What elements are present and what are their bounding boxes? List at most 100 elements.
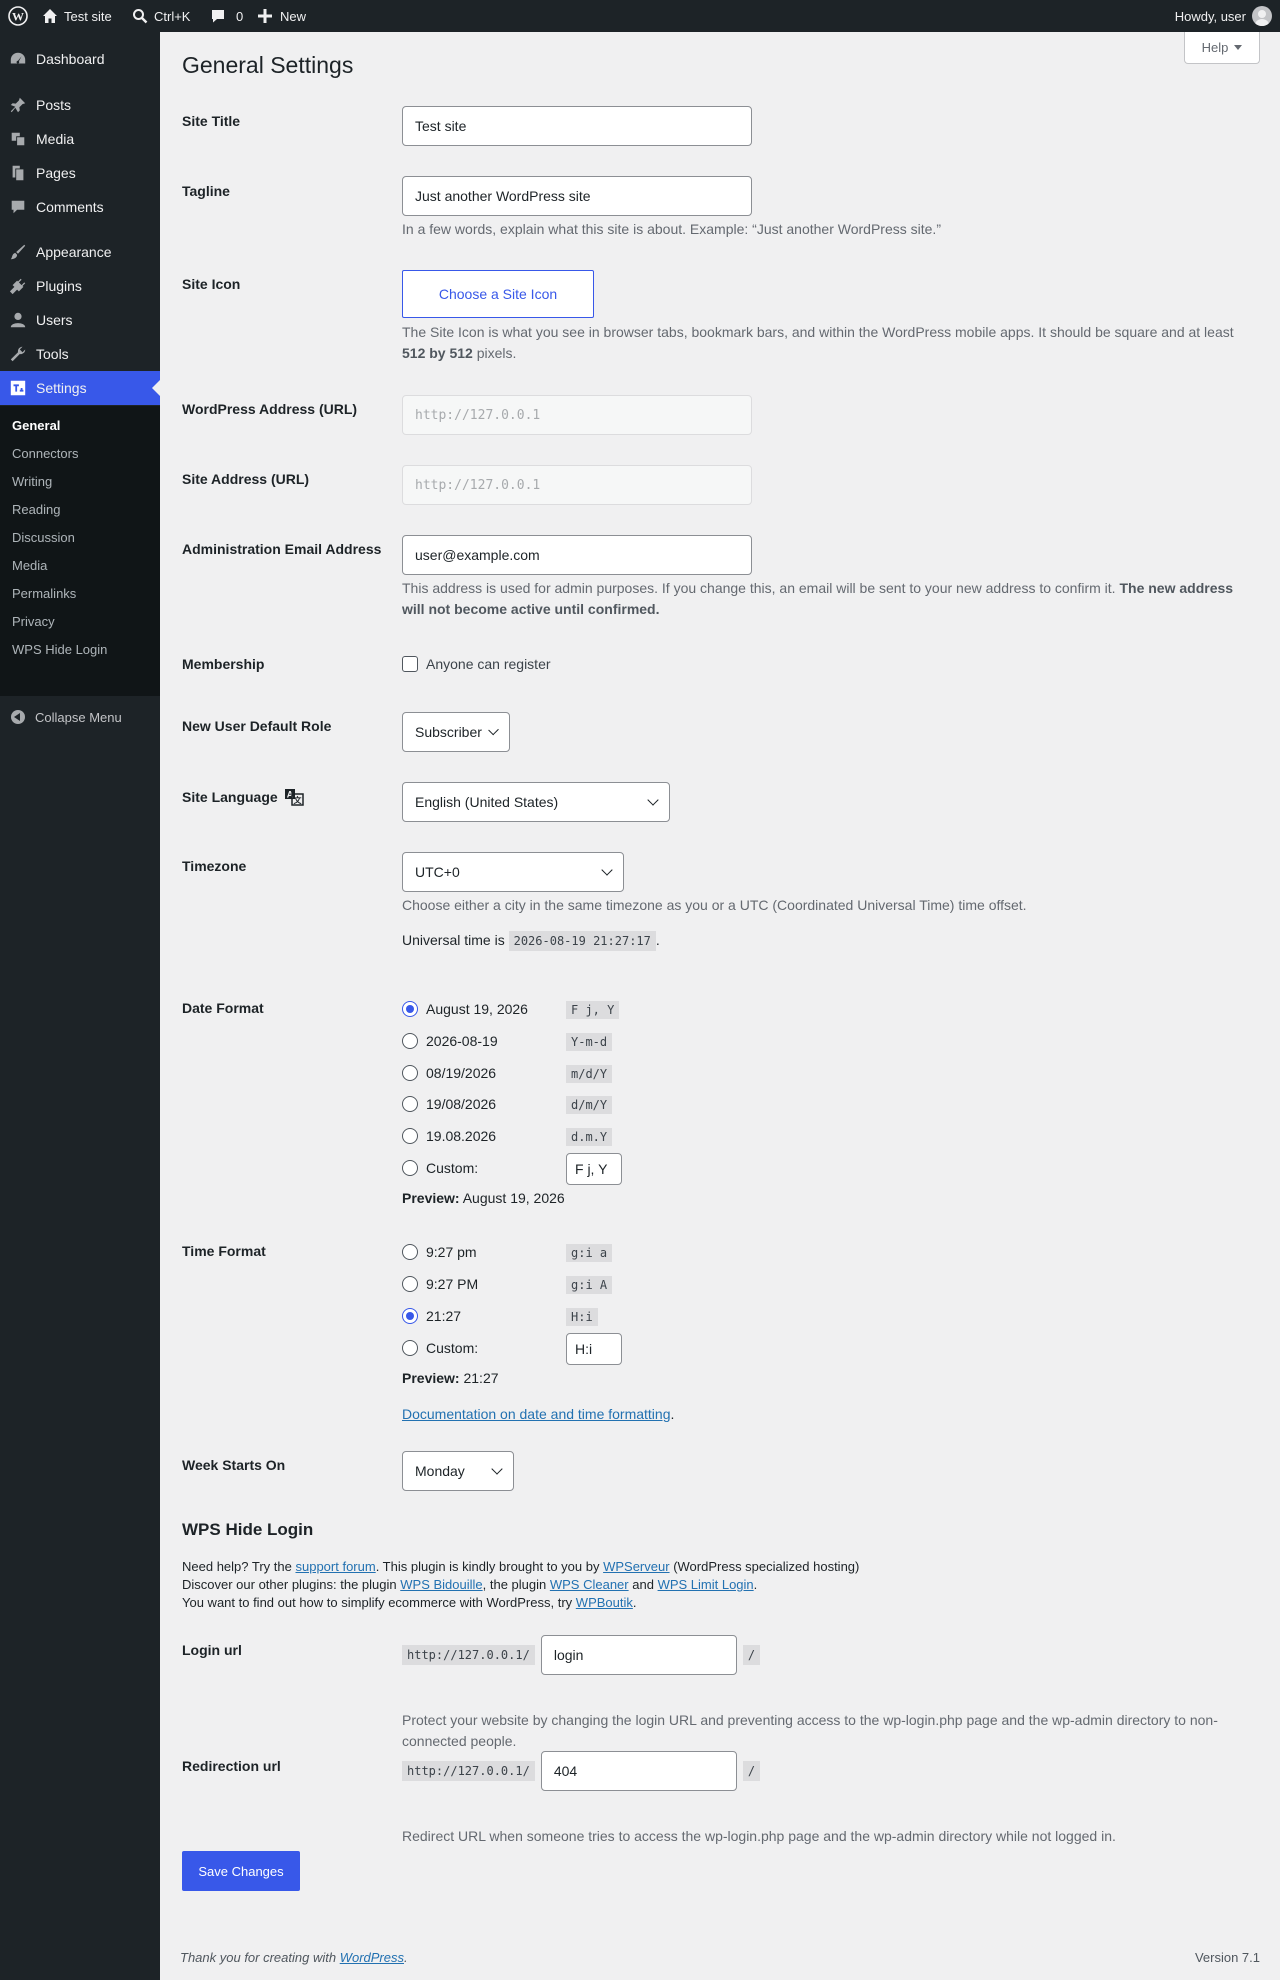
default-role-select[interactable]: Subscriber <box>402 712 510 752</box>
date-format-custom-option[interactable]: Custom: <box>402 1158 478 1178</box>
submenu-writing[interactable]: Writing <box>12 474 52 489</box>
week-start-select[interactable]: Monday <box>402 1451 514 1491</box>
doc-link-row: Documentation on date and time formattin… <box>402 1406 675 1422</box>
tagline-input[interactable]: Just another WordPress site <box>402 176 752 216</box>
footer-version: Version 7.1 <box>1194 1950 1260 1965</box>
menu-item-media[interactable]: Media <box>0 122 160 156</box>
site-icon-description: The Site Icon is what you see in browser… <box>402 322 1252 364</box>
date-format-radio[interactable] <box>402 1160 418 1176</box>
wrench-icon <box>0 345 36 363</box>
submenu-connectors[interactable]: Connectors <box>12 446 78 461</box>
menu-label: Posts <box>36 97 72 113</box>
collapse-menu-button[interactable]: Collapse Menu <box>0 700 160 734</box>
date-format-radio[interactable] <box>402 1065 418 1081</box>
date-format-option[interactable]: 19.08.2026 <box>402 1126 496 1146</box>
timezone-label: Timezone <box>182 858 247 874</box>
site-title-input[interactable]: Test site <box>402 106 752 146</box>
admin-email-input[interactable]: user@example.com <box>402 535 752 575</box>
choose-site-icon-button[interactable]: Choose a Site Icon <box>402 270 594 318</box>
menu-item-users[interactable]: Users <box>0 303 160 337</box>
help-button[interactable]: Help <box>1184 32 1260 64</box>
date-format-radio[interactable] <box>402 1033 418 1049</box>
membership-label: Membership <box>182 656 265 672</box>
wps-limit-login-link[interactable]: WPS Limit Login <box>658 1577 754 1592</box>
date-format-option[interactable]: 08/19/2026 <box>402 1063 496 1083</box>
date-format-radio[interactable] <box>402 1001 418 1017</box>
comments-link[interactable]: 0 <box>210 0 243 32</box>
time-format-custom-option[interactable]: Custom: <box>402 1338 478 1358</box>
time-format-custom-input[interactable]: H:i <box>566 1333 622 1365</box>
support-forum-link[interactable]: support forum <box>295 1559 375 1574</box>
redirection-url-suffix: / <box>742 1761 761 1781</box>
menu-item-pages[interactable]: Pages <box>0 156 160 190</box>
plugin-icon <box>0 277 36 295</box>
submenu-general[interactable]: General <box>12 418 60 433</box>
wpserveur-link[interactable]: WPServeur <box>603 1559 669 1574</box>
date-format-radio[interactable] <box>402 1096 418 1112</box>
submenu-permalinks[interactable]: Permalinks <box>12 586 76 601</box>
site-address-label: Site Address (URL) <box>182 471 310 487</box>
menu-item-appearance[interactable]: Appearance <box>0 235 160 269</box>
menu-item-tools[interactable]: Tools <box>0 337 160 371</box>
wps-heading: WPS Hide Login <box>182 1520 314 1539</box>
search-icon <box>133 9 148 24</box>
time-format-radio[interactable] <box>402 1244 418 1260</box>
anyone-can-register-checkbox[interactable] <box>402 656 418 672</box>
timezone-select[interactable]: UTC+0 <box>402 852 624 892</box>
admin-email-desc-text: This address is used for admin purposes.… <box>402 580 1116 596</box>
menu-item-plugins[interactable]: Plugins <box>0 269 160 303</box>
footer-thanks-end: . <box>404 1950 408 1965</box>
universal-time-row: Universal time is 2026-08-19 21:27:17. <box>402 930 660 952</box>
wpboutik-link[interactable]: WPBoutik <box>576 1595 633 1610</box>
date-format-code: Y-m-d <box>566 1033 613 1051</box>
settings-icon <box>0 379 36 397</box>
submenu-media[interactable]: Media <box>12 558 47 573</box>
preview-label: Preview: <box>402 1370 460 1386</box>
menu-item-posts[interactable]: Posts <box>0 88 160 122</box>
redirection-url-input[interactable]: 404 <box>540 1751 737 1791</box>
menu-item-comments[interactable]: Comments <box>0 190 160 224</box>
wordpress-link[interactable]: WordPress <box>340 1950 404 1965</box>
redirection-url-prefix: http://127.0.0.1/ <box>402 1761 535 1781</box>
time-format-radio[interactable] <box>402 1340 418 1356</box>
anyone-can-register-option[interactable]: Anyone can register <box>402 654 551 674</box>
collapse-icon <box>11 710 25 724</box>
date-format-option[interactable]: 19/08/2026 <box>402 1094 496 1114</box>
submenu-privacy[interactable]: Privacy <box>12 614 55 629</box>
time-format-radio[interactable] <box>402 1308 418 1324</box>
command-palette-button[interactable]: Ctrl+K <box>132 0 190 32</box>
submenu-wps-hide-login[interactable]: WPS Hide Login <box>12 642 107 657</box>
time-format-preview: Preview: 21:27 <box>402 1368 499 1389</box>
time-format-option[interactable]: 9:27 pm <box>402 1242 477 1262</box>
submenu-discussion[interactable]: Discussion <box>12 530 75 545</box>
new-content-link[interactable]: New <box>258 0 306 32</box>
site-language-select[interactable]: English (United States) <box>402 782 670 822</box>
date-format-radio[interactable] <box>402 1128 418 1144</box>
date-format-option-label: 19/08/2026 <box>426 1096 497 1112</box>
wp-address-input[interactable]: http://127.0.0.1 <box>402 395 752 435</box>
wordpress-logo-icon[interactable]: W <box>8 0 28 32</box>
site-name-link[interactable]: Test site <box>42 0 112 32</box>
my-account-link[interactable]: Howdy, user <box>1175 0 1272 32</box>
time-format-option[interactable]: 21:27 <box>402 1306 461 1326</box>
time-format-radio[interactable] <box>402 1276 418 1292</box>
submenu-reading[interactable]: Reading <box>12 502 60 517</box>
login-url-input[interactable]: login <box>540 1635 737 1675</box>
wps-ecommerce-line: You want to find out how to simplify eco… <box>182 1594 637 1612</box>
wps-cleaner-link[interactable]: WPS Cleaner <box>550 1577 629 1592</box>
date-format-option[interactable]: 2026-08-19 <box>402 1031 498 1051</box>
preview-value: August 19, 2026 <box>462 1190 565 1206</box>
wps-bidouille-link[interactable]: WPS Bidouille <box>400 1577 482 1592</box>
menu-label: Settings <box>36 380 87 396</box>
site-address-input[interactable]: http://127.0.0.1 <box>402 465 752 505</box>
save-changes-button[interactable]: Save Changes <box>182 1851 300 1891</box>
date-format-option[interactable]: August 19, 2026 <box>402 999 528 1019</box>
date-time-doc-link[interactable]: Documentation on date and time formattin… <box>402 1406 671 1422</box>
menu-item-settings[interactable]: Settings <box>0 371 160 405</box>
date-format-custom-input[interactable]: F j, Y <box>566 1153 622 1185</box>
date-format-option-label: 19.08.2026 <box>426 1128 497 1144</box>
time-format-option[interactable]: 9:27 PM <box>402 1274 478 1294</box>
menu-item-dashboard[interactable]: Dashboard <box>0 42 160 76</box>
default-role-label: New User Default Role <box>182 718 332 734</box>
menu-label: Users <box>36 312 73 328</box>
